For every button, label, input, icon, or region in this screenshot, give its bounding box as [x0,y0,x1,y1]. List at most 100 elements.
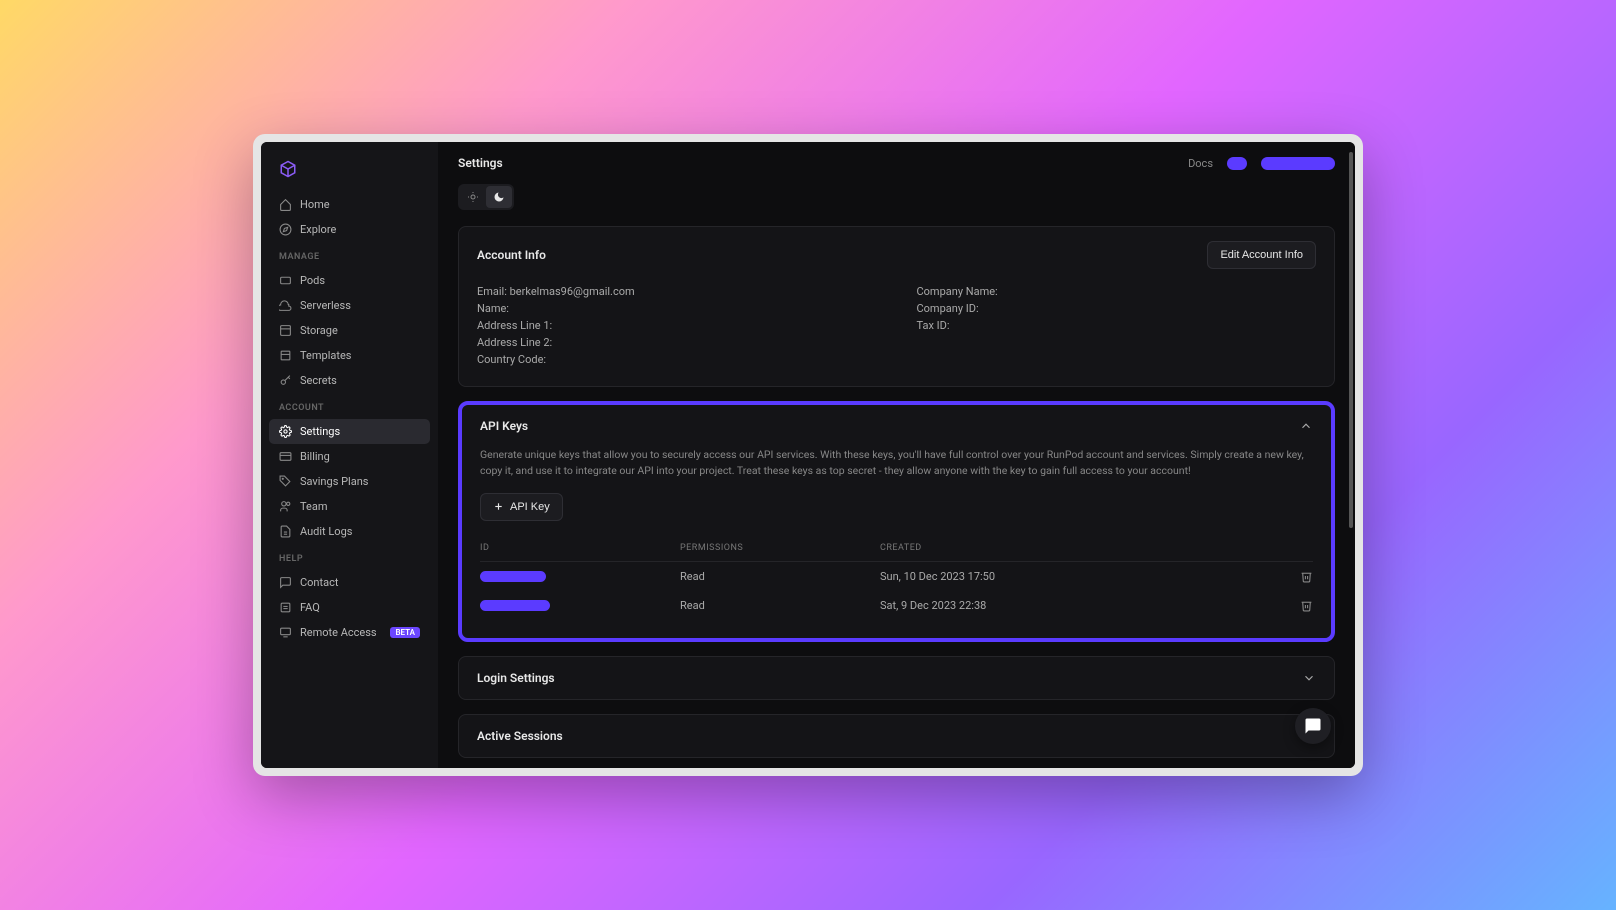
theme-toggle [458,184,514,210]
info-email: Email: berkelmas96@gmail.com [477,283,877,300]
col-created: CREATED [880,543,1273,553]
sidebar-item-serverless[interactable]: Serverless [269,293,430,318]
sidebar-item-label: Storage [300,324,338,337]
compass-icon [279,223,292,236]
sidebar-item-contact[interactable]: Contact [269,570,430,595]
sidebar-item-pods[interactable]: Pods [269,268,430,293]
api-keys-table-head: ID PERMISSIONS CREATED [480,535,1313,562]
edit-account-button[interactable]: Edit Account Info [1207,241,1316,269]
cell-created: Sat, 9 Dec 2023 22:38 [880,599,1273,612]
sidebar-item-remote[interactable]: Remote Access BETA [269,620,430,645]
cell-perm: Read [680,599,880,612]
theme-light-button[interactable] [460,186,486,208]
cell-created: Sun, 10 Dec 2023 17:50 [880,570,1273,583]
redacted-key-id [480,600,550,611]
docs-link[interactable]: Docs [1188,157,1213,170]
info-addr1: Address Line 1: [477,317,877,334]
table-row: Read Sun, 10 Dec 2023 17:50 [480,562,1313,591]
topbar: Settings Docs [438,142,1355,184]
contact-icon [279,576,292,589]
app-window: Home Explore MANAGE Pods Serverless Stor… [261,142,1355,768]
team-icon [279,500,292,513]
delete-key-button[interactable] [1273,599,1313,612]
delete-key-button[interactable] [1273,570,1313,583]
section-account: ACCOUNT [269,393,430,419]
active-sessions-card[interactable]: Active Sessions [458,714,1335,758]
section-help: HELP [269,544,430,570]
login-settings-card[interactable]: Login Settings [458,656,1335,700]
sidebar-item-label: Savings Plans [300,475,368,488]
chevron-down-icon[interactable] [1302,671,1316,685]
table-row: Read Sat, 9 Dec 2023 22:38 [480,591,1313,620]
topbar-right: Docs [1188,157,1335,170]
sidebar-item-faq[interactable]: FAQ [269,595,430,620]
sidebar-item-settings[interactable]: Settings [269,419,430,444]
account-info-title: Account Info [477,248,546,262]
home-icon [279,198,292,211]
sidebar-item-secrets[interactable]: Secrets [269,368,430,393]
gear-icon [279,425,292,438]
sidebar-item-team[interactable]: Team [269,494,430,519]
faq-icon [279,601,292,614]
page-title: Settings [458,156,503,170]
remote-icon [279,626,292,639]
key-icon [279,374,292,387]
sidebar-item-savings[interactable]: Savings Plans [269,469,430,494]
sidebar-item-label: Pods [300,274,325,287]
sidebar-item-audit[interactable]: Audit Logs [269,519,430,544]
redacted-key-id [480,571,546,582]
logo[interactable] [269,154,430,192]
sidebar-item-billing[interactable]: Billing [269,444,430,469]
account-info-card: Account Info Edit Account Info Email: be… [458,226,1335,387]
sidebar-item-label: Team [300,500,328,513]
api-keys-title: API Keys [480,419,528,433]
col-perms: PERMISSIONS [680,543,880,553]
sidebar-item-label: Billing [300,450,330,463]
content: Account Info Edit Account Info Email: be… [438,184,1355,768]
add-api-key-button[interactable]: API Key [480,493,563,521]
cell-perm: Read [680,570,880,583]
sidebar-item-explore[interactable]: Explore [269,217,430,242]
main: Settings Docs Account Info Edit A [438,142,1355,768]
sidebar-item-label: Explore [300,223,336,236]
billing-icon [279,450,292,463]
info-addr2: Address Line 2: [477,334,877,351]
sidebar-item-templates[interactable]: Templates [269,343,430,368]
login-title: Login Settings [477,671,555,685]
redacted-user[interactable] [1261,157,1335,170]
col-id: ID [480,543,680,553]
sidebar-item-label: Home [300,198,330,211]
plus-icon [493,501,504,512]
sidebar-item-label: Secrets [300,374,337,387]
tag-icon [279,475,292,488]
sidebar: Home Explore MANAGE Pods Serverless Stor… [261,142,438,768]
api-keys-card: API Keys Generate unique keys that allow… [458,401,1335,642]
audit-icon [279,525,292,538]
theme-dark-button[interactable] [486,186,512,208]
scrollbar[interactable] [1349,152,1353,528]
sidebar-item-label: Serverless [300,299,351,312]
chat-button[interactable] [1295,708,1331,744]
info-company: Company Name: [917,283,1317,300]
sidebar-item-label: FAQ [300,601,320,614]
cloud-icon [279,299,292,312]
beta-badge: BETA [390,627,420,638]
info-taxid: Tax ID: [917,317,1317,334]
info-companyid: Company ID: [917,300,1317,317]
pods-icon [279,274,292,287]
api-keys-desc: Generate unique keys that allow you to s… [480,447,1313,479]
section-manage: MANAGE [269,242,430,268]
sidebar-item-label: Settings [300,425,340,438]
info-country: Country Code: [477,351,877,368]
sidebar-item-home[interactable]: Home [269,192,430,217]
sidebar-item-label: Audit Logs [300,525,352,538]
redacted-balance [1227,157,1247,170]
sidebar-item-label: Templates [300,349,351,362]
templates-icon [279,349,292,362]
sidebar-item-label: Contact [300,576,338,589]
chevron-up-icon[interactable] [1299,419,1313,433]
sidebar-item-label: Remote Access [300,626,377,639]
info-name: Name: [477,300,877,317]
sidebar-item-storage[interactable]: Storage [269,318,430,343]
sessions-title: Active Sessions [477,729,563,743]
